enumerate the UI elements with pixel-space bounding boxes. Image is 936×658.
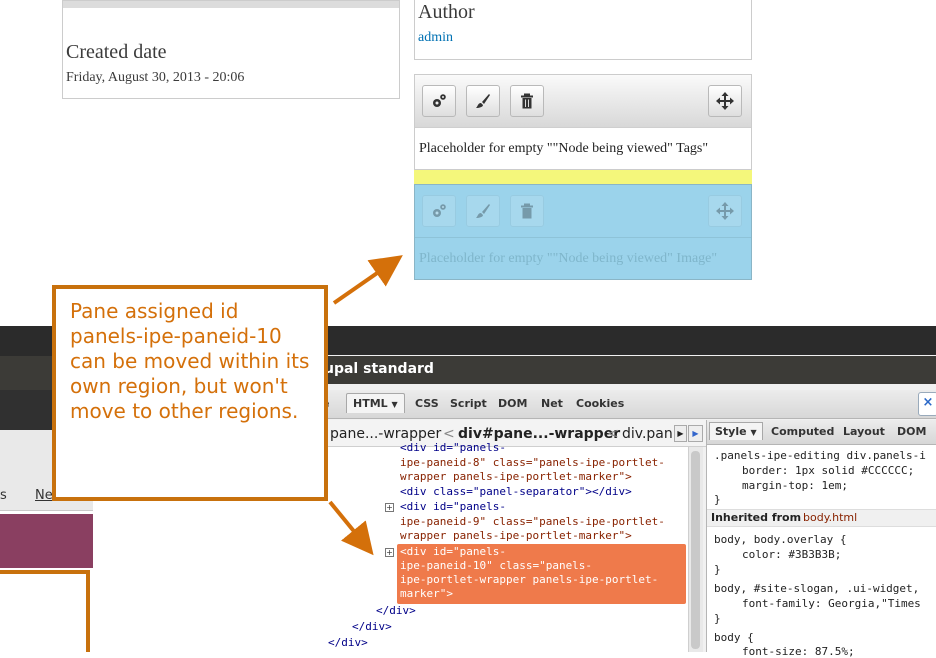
arrow-to-html-node [328,500,374,556]
annotation-arrows [328,255,403,556]
arrow-to-pane [332,255,403,305]
